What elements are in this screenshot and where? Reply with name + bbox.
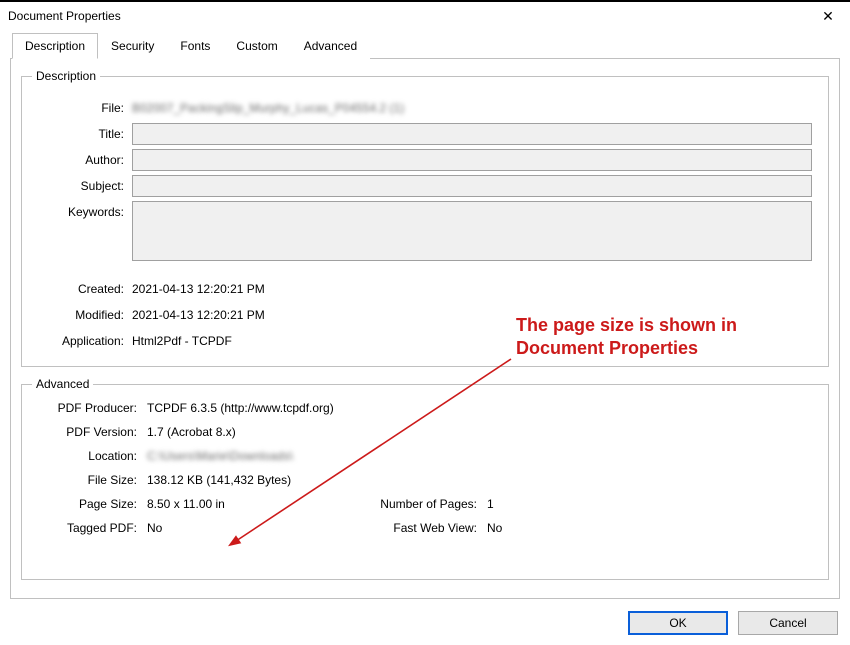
titlebar: Document Properties ✕	[0, 2, 850, 30]
location-label: Location:	[32, 449, 147, 463]
producer-label: PDF Producer:	[32, 401, 147, 415]
description-legend: Description	[32, 69, 100, 83]
pages-label: Number of Pages:	[347, 497, 487, 511]
dialog-buttons: OK Cancel	[0, 605, 850, 645]
tab-strip: Description Security Fonts Custom Advanc…	[0, 30, 850, 58]
producer-value: TCPDF 6.3.5 (http://www.tcpdf.org)	[147, 401, 818, 415]
fastweb-label: Fast Web View:	[347, 521, 487, 535]
document-properties-dialog: Document Properties ✕ Description Securi…	[0, 0, 850, 645]
window-title: Document Properties	[8, 9, 808, 23]
tab-fonts[interactable]: Fonts	[167, 33, 223, 59]
pages-value: 1	[487, 497, 818, 511]
file-label: File:	[32, 101, 132, 115]
tagged-value: No	[147, 521, 347, 535]
ok-button[interactable]: OK	[628, 611, 728, 635]
pagesize-label: Page Size:	[32, 497, 147, 511]
tab-security[interactable]: Security	[98, 33, 167, 59]
keywords-label: Keywords:	[32, 201, 132, 219]
close-icon[interactable]: ✕	[808, 3, 848, 29]
subject-input[interactable]	[132, 175, 812, 197]
title-label: Title:	[32, 127, 132, 141]
subject-label: Subject:	[32, 179, 132, 193]
tab-panel: Description File: B02007_PackingSlip_Mur…	[10, 58, 840, 599]
author-input[interactable]	[132, 149, 812, 171]
advanced-legend: Advanced	[32, 377, 93, 391]
cancel-button[interactable]: Cancel	[738, 611, 838, 635]
modified-value: 2021-04-13 12:20:21 PM	[132, 308, 818, 322]
description-group: Description File: B02007_PackingSlip_Mur…	[21, 69, 829, 367]
keywords-input[interactable]	[132, 201, 812, 261]
version-value: 1.7 (Acrobat 8.x)	[147, 425, 818, 439]
tagged-label: Tagged PDF:	[32, 521, 147, 535]
filesize-label: File Size:	[32, 473, 147, 487]
created-value: 2021-04-13 12:20:21 PM	[132, 282, 818, 296]
pagesize-value: 8.50 x 11.00 in	[147, 497, 347, 511]
fastweb-value: No	[487, 521, 818, 535]
tab-advanced[interactable]: Advanced	[291, 33, 370, 59]
tab-description[interactable]: Description	[12, 33, 98, 59]
created-label: Created:	[32, 282, 132, 296]
location-value: C:\Users\Marie\Downloads\	[147, 449, 818, 463]
application-value: Html2Pdf - TCPDF	[132, 334, 818, 348]
advanced-group: Advanced PDF Producer: TCPDF 6.3.5 (http…	[21, 377, 829, 580]
application-label: Application:	[32, 334, 132, 348]
tab-custom[interactable]: Custom	[223, 33, 290, 59]
author-label: Author:	[32, 153, 132, 167]
modified-label: Modified:	[32, 308, 132, 322]
filesize-value: 138.12 KB (141,432 Bytes)	[147, 473, 818, 487]
file-value: B02007_PackingSlip_Murphy_Lucas_P04554.2…	[132, 101, 818, 115]
title-input[interactable]	[132, 123, 812, 145]
version-label: PDF Version:	[32, 425, 147, 439]
